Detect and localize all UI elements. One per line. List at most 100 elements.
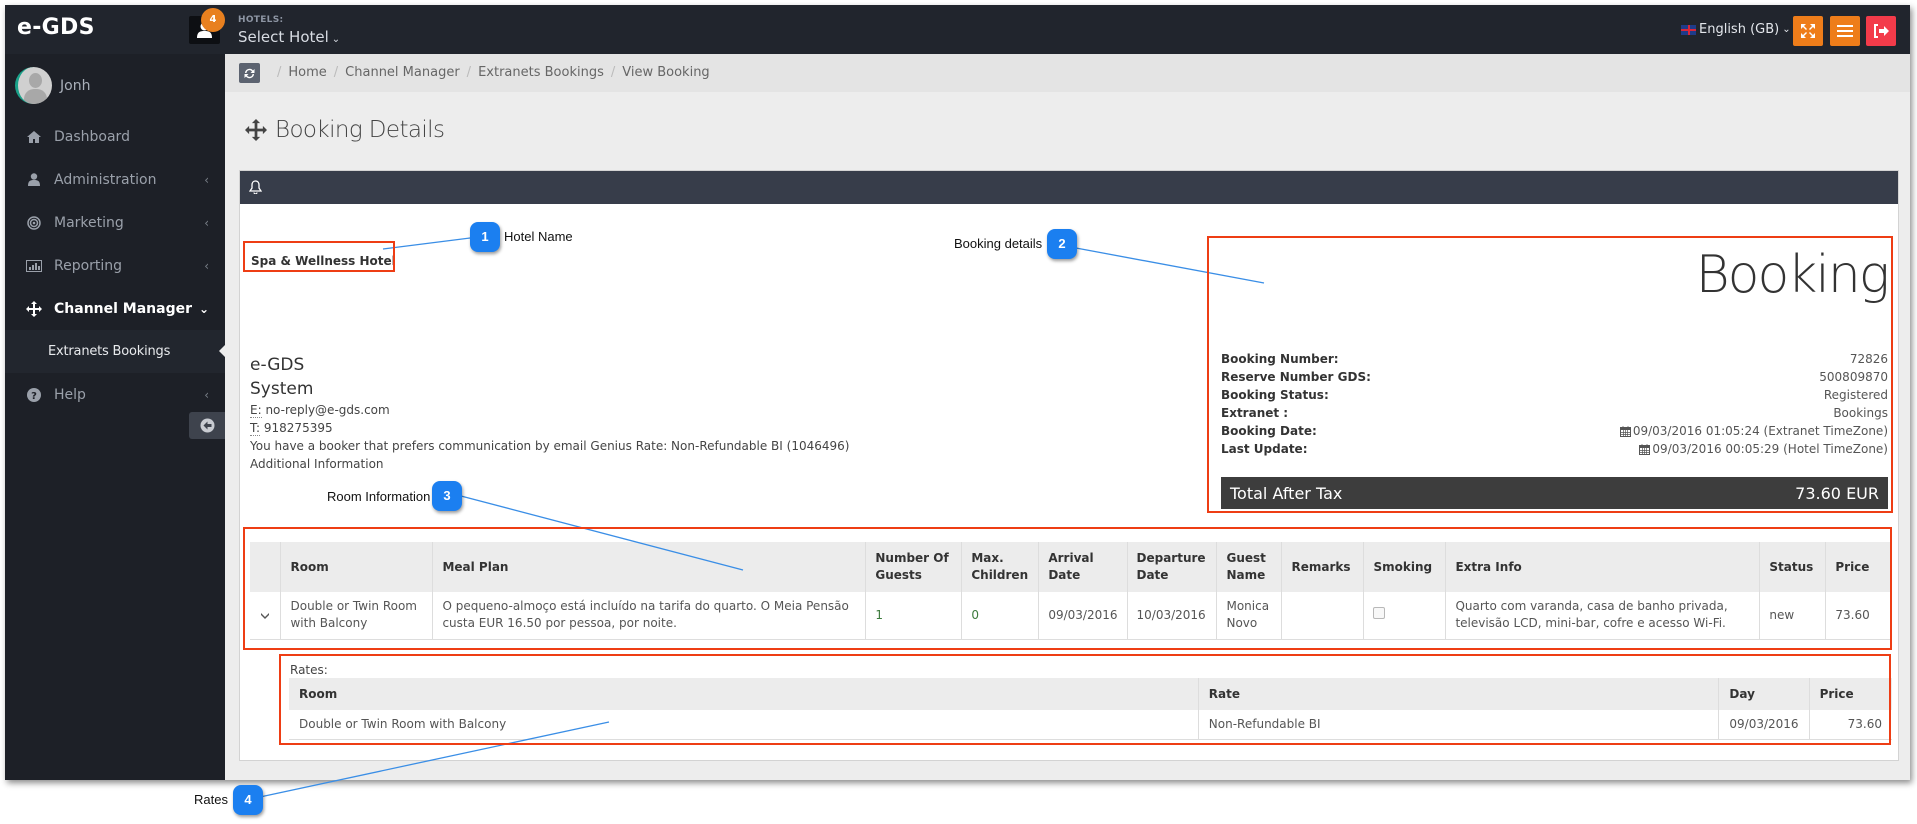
cell-day: 09/03/2016 xyxy=(1718,710,1810,740)
col-day: Day xyxy=(1718,678,1810,710)
rates-table: Room Rate Day Price Double or Twin Room … xyxy=(289,678,1892,740)
arrows-icon xyxy=(24,300,44,317)
booking-number-row: Booking Number: 72826 xyxy=(1221,350,1888,368)
rates-label: Rates: xyxy=(290,663,328,677)
smoking-checkbox[interactable] xyxy=(1373,606,1386,619)
top-bar: e-GDS 4 HOTELS: Select Hotel ⌄ English (G… xyxy=(5,5,1910,54)
arrow-left-circle-icon xyxy=(200,418,214,433)
chevron-left-icon: ‹ xyxy=(204,258,209,273)
avatar xyxy=(15,67,52,104)
system-info: e-GDS System E: no-reply@e-gds.com T: 91… xyxy=(250,353,849,473)
breadcrumb-home[interactable]: Home xyxy=(288,65,326,80)
email-prefix: E: xyxy=(250,403,262,418)
cell-price: 73.60 xyxy=(1825,592,1890,640)
breadcrumb: / Home / Channel Manager / Extranets Boo… xyxy=(270,65,710,80)
field-value: 72826 xyxy=(1849,352,1888,366)
fullscreen-button[interactable] xyxy=(1793,16,1823,46)
cell-rate: Non-Refundable BI xyxy=(1197,710,1719,740)
hotel-select-value: Select Hotel xyxy=(238,28,329,46)
question-icon: ? xyxy=(24,387,44,402)
annotation-badge-4: 4 xyxy=(233,785,263,815)
col-price: Price xyxy=(1825,542,1890,592)
cell-max-children: 0 xyxy=(961,592,1039,640)
booking-status-row: Booking Status: Registered xyxy=(1221,386,1888,404)
sidebar-item-reporting[interactable]: Reporting ‹ xyxy=(5,244,225,287)
annotation-label-1: Hotel Name xyxy=(504,229,573,244)
panel-header xyxy=(240,171,1898,204)
breadcrumb-channel-manager[interactable]: Channel Manager xyxy=(345,65,460,80)
svg-text:?: ? xyxy=(31,391,37,402)
col-arrival-date: Arrival Date xyxy=(1038,542,1127,592)
bell-icon[interactable] xyxy=(249,180,262,194)
refresh-button[interactable] xyxy=(239,63,260,83)
arrows-icon xyxy=(245,119,267,141)
field-label: Booking Date: xyxy=(1221,424,1317,438)
breadcrumb-bar: / Home / Channel Manager / Extranets Boo… xyxy=(225,54,1910,92)
field-label: Reserve Number GDS: xyxy=(1221,370,1371,384)
email-value[interactable]: no-reply@e-gds.com xyxy=(265,403,389,417)
uk-flag-icon xyxy=(1681,24,1696,35)
sidebar-item-label: Administration xyxy=(54,171,157,188)
field-value: Registered xyxy=(1823,388,1888,402)
sidebar-item-marketing[interactable]: Marketing ‹ xyxy=(5,201,225,244)
cell-smoking xyxy=(1363,592,1446,640)
language-dropdown[interactable]: English (GB) ⌄ xyxy=(1681,22,1791,37)
annotation-badge-2: 2 xyxy=(1047,229,1077,259)
booker-note: You have a booker that prefers communica… xyxy=(250,439,850,453)
col-max-children: Max. Children xyxy=(961,542,1039,592)
logout-button[interactable] xyxy=(1866,16,1896,46)
brand-logo[interactable]: e-GDS xyxy=(17,15,95,40)
col-status: Status xyxy=(1759,542,1826,592)
breadcrumb-separator: / xyxy=(333,65,339,80)
table-row: Double or Twin Room with Balcony O peque… xyxy=(250,592,1890,640)
sidebar-item-channel-manager[interactable]: Channel Manager ⌄ xyxy=(5,287,225,330)
chevron-left-icon: ‹ xyxy=(204,387,209,402)
sidebar-subitem-label: Extranets Bookings xyxy=(48,344,171,359)
field-value: 09/03/2016 00:05:29 (Hotel TimeZone) xyxy=(1639,440,1888,458)
field-label: Booking Status: xyxy=(1221,388,1329,402)
system-email: E: no-reply@e-gds.com xyxy=(250,401,849,419)
total-label: Total After Tax xyxy=(1230,483,1343,503)
collapse-sidebar-button[interactable] xyxy=(189,412,225,439)
expand-row-toggle[interactable] xyxy=(250,592,281,640)
booking-date-value: 09/03/2016 01:05:24 (Extranet TimeZone) xyxy=(1632,424,1888,438)
room-table-header: Room Meal Plan Number Of Guests Max. Chi… xyxy=(250,542,1890,592)
field-value: 09/03/2016 01:05:24 (Extranet TimeZone) xyxy=(1619,422,1888,440)
last-update-row: Last Update: 09/03/2016 00:05:29 (Hotel T… xyxy=(1221,440,1888,458)
annotation-label-2: Booking details xyxy=(954,236,1043,251)
cell-arrival: 09/03/2016 xyxy=(1038,592,1127,640)
booking-details-list: Booking Number: 72826 Reserve Number GDS:… xyxy=(1221,350,1888,458)
refresh-icon xyxy=(244,68,255,78)
total-after-tax: Total After Tax 73.60 EUR xyxy=(1221,477,1888,509)
col-price: Price xyxy=(1808,678,1892,710)
col-departure-date: Departure Date xyxy=(1126,542,1217,592)
col-expand xyxy=(250,542,281,592)
bar-chart-icon xyxy=(24,259,44,272)
col-meal-plan: Meal Plan xyxy=(432,542,866,592)
cell-guest-name: Monica Novo xyxy=(1216,592,1282,640)
system-name-line1: e-GDS xyxy=(250,355,305,375)
phone-prefix: T: xyxy=(250,421,261,436)
booking-heading: Booking xyxy=(1695,245,1890,305)
sidebar-item-administration[interactable]: Administration ‹ xyxy=(5,158,225,201)
hotel-select-dropdown[interactable]: Select Hotel ⌄ xyxy=(238,28,340,46)
cell-room: Double or Twin Room with Balcony xyxy=(280,592,433,640)
sidebar-item-help[interactable]: ? Help ‹ xyxy=(5,373,225,416)
breadcrumb-current: View Booking xyxy=(622,65,710,80)
field-label: Last Update: xyxy=(1221,442,1308,456)
sidebar-item-dashboard[interactable]: Dashboard xyxy=(5,115,225,158)
cell-extra-info: Quarto com varanda, casa de banho privad… xyxy=(1445,592,1760,640)
field-value: Bookings xyxy=(1833,406,1888,420)
user-profile[interactable]: Jonh xyxy=(15,67,90,104)
col-guest-name: Guest Name xyxy=(1216,542,1282,592)
col-room: Room xyxy=(289,678,1199,710)
breadcrumb-extranets-bookings[interactable]: Extranets Bookings xyxy=(478,65,604,80)
cell-departure: 10/03/2016 xyxy=(1126,592,1217,640)
col-smoking: Smoking xyxy=(1363,542,1446,592)
app-window: e-GDS 4 HOTELS: Select Hotel ⌄ English (G… xyxy=(5,5,1910,780)
user-icon xyxy=(24,173,44,186)
page-title-text: Booking Details xyxy=(275,117,445,143)
sidebar-subitem-extranets-bookings[interactable]: Extranets Bookings xyxy=(5,330,225,373)
active-indicator xyxy=(219,345,225,357)
menu-button[interactable] xyxy=(1830,16,1860,46)
